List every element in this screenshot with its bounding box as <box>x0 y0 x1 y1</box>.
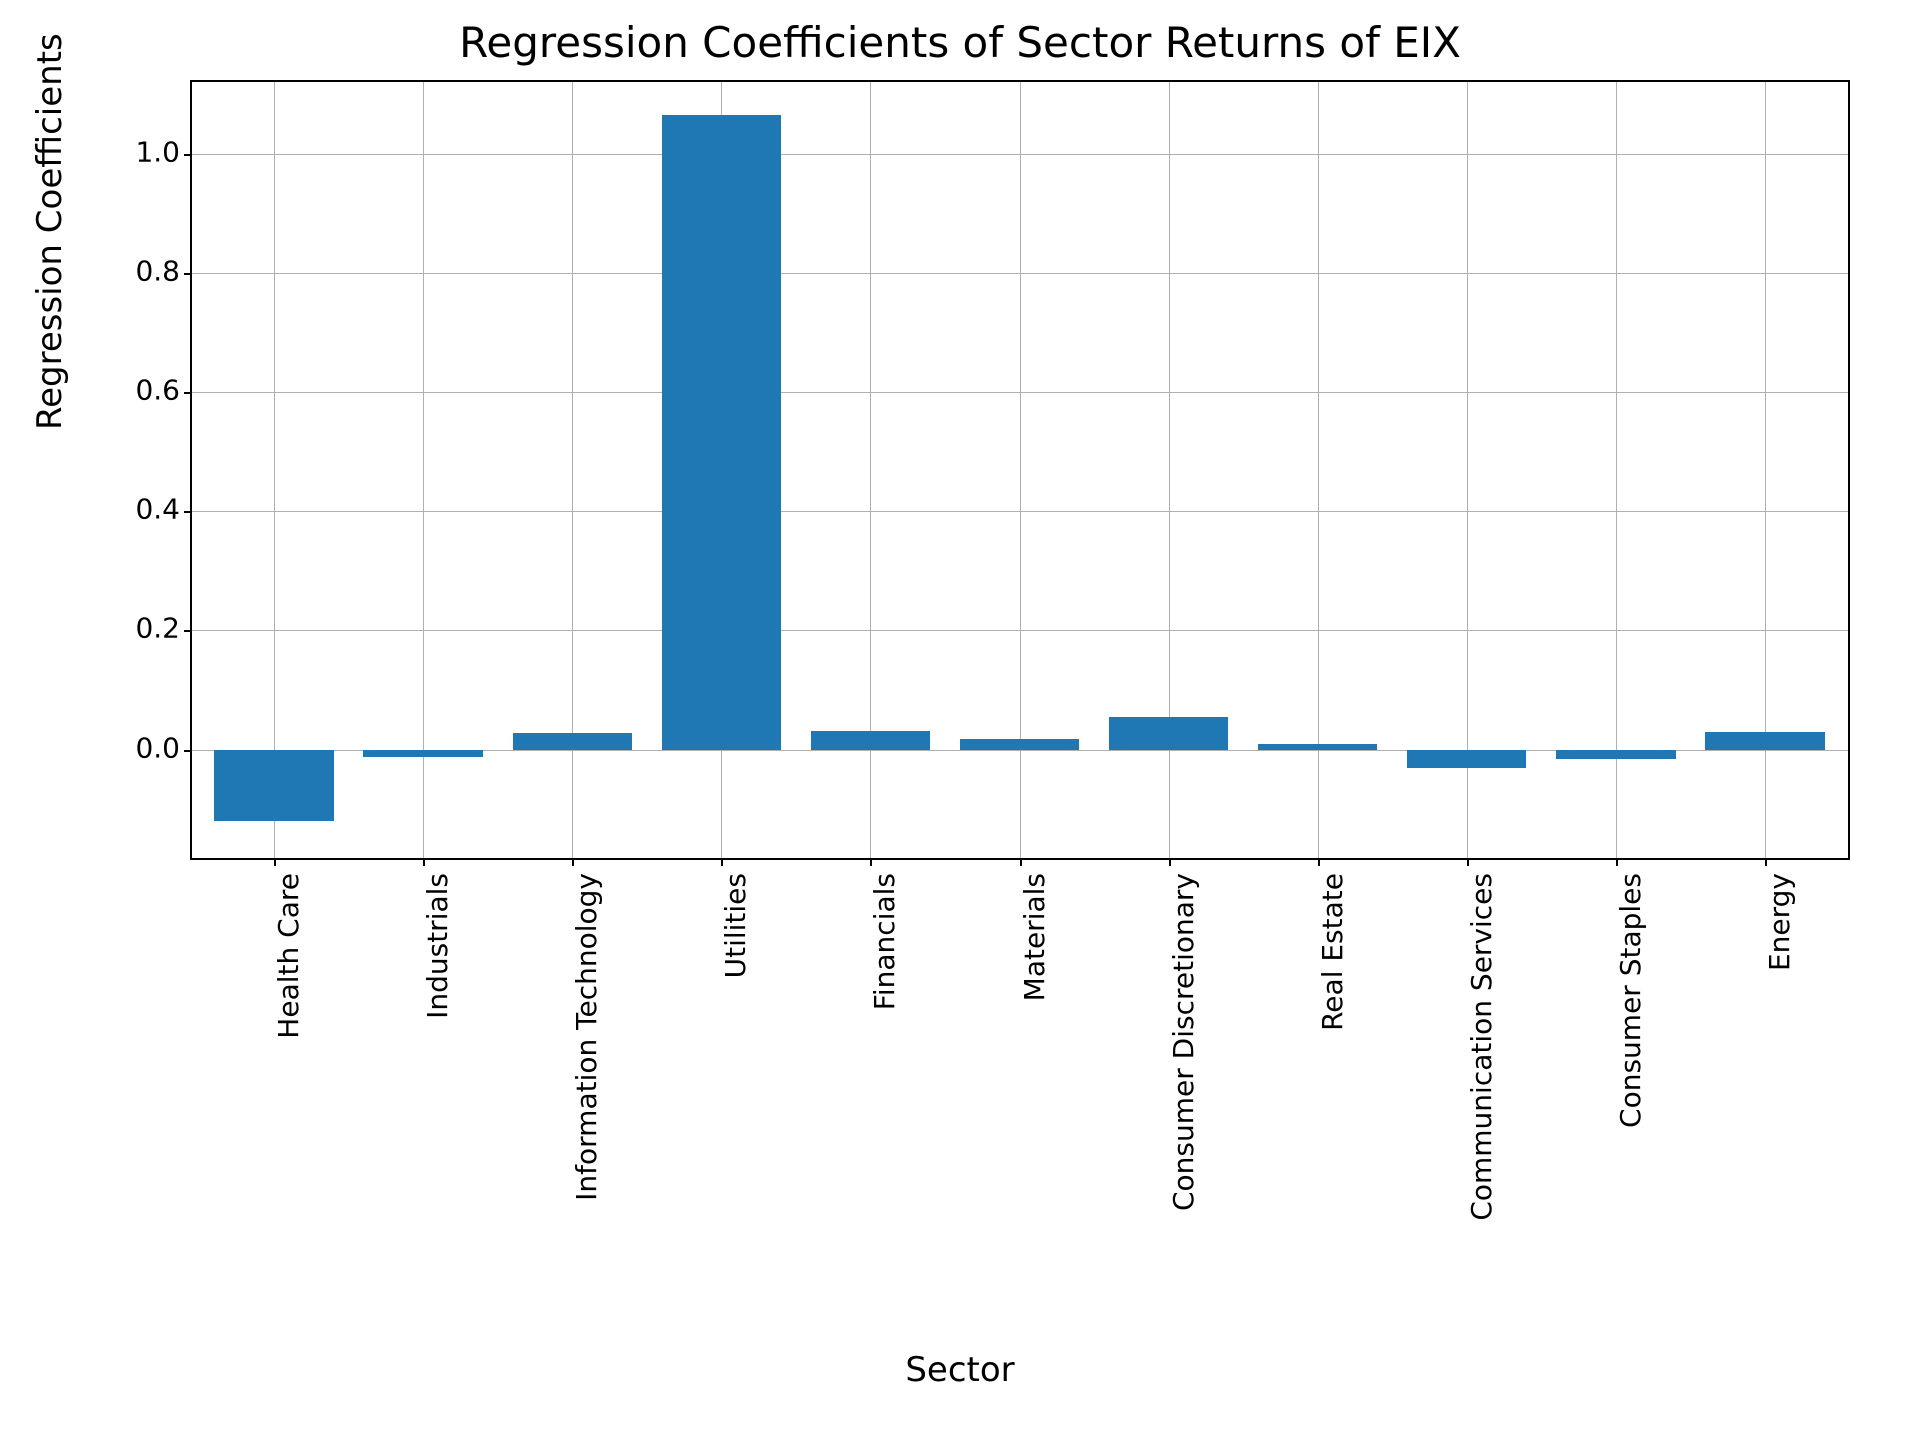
bar <box>1258 744 1377 750</box>
y-tick-label: 0.2 <box>100 612 180 645</box>
x-tick-label: Consumer Discretionary <box>1167 873 1200 1293</box>
x-tick-label: Energy <box>1763 873 1796 1293</box>
x-tick-mark <box>423 858 425 866</box>
x-tick-label: Real Estate <box>1316 873 1349 1293</box>
bar <box>1705 732 1824 750</box>
y-tick-mark <box>184 154 192 156</box>
x-tick-label: Materials <box>1018 873 1051 1293</box>
y-tick-label: 0.4 <box>100 493 180 526</box>
x-tick-mark <box>1467 858 1469 866</box>
gridline-v <box>1318 82 1319 858</box>
x-tick-label: Financials <box>868 873 901 1293</box>
bar <box>1556 750 1675 759</box>
x-tick-mark <box>1616 858 1618 866</box>
y-tick-mark <box>184 392 192 394</box>
y-tick-label: 1.0 <box>100 135 180 168</box>
plot-area <box>190 80 1850 860</box>
x-tick-label: Consumer Staples <box>1614 873 1647 1293</box>
bar <box>662 115 781 750</box>
x-tick-mark <box>274 858 276 866</box>
y-axis-label: Regression Coefficients <box>30 33 70 430</box>
gridline-v <box>423 82 424 858</box>
bar <box>811 731 930 750</box>
y-tick-label: 0.6 <box>100 374 180 407</box>
figure: Regression Coefficients of Sector Return… <box>0 0 1920 1440</box>
x-tick-mark <box>1318 858 1320 866</box>
x-axis-label: Sector <box>0 1350 1920 1390</box>
x-tick-mark <box>1765 858 1767 866</box>
x-tick-label: Industrials <box>421 873 454 1293</box>
gridline-v <box>1467 82 1468 858</box>
y-tick-label: 0.0 <box>100 731 180 764</box>
y-tick-label: 0.8 <box>100 254 180 287</box>
gridline-v <box>274 82 275 858</box>
y-tick-mark <box>184 273 192 275</box>
x-tick-label: Communication Services <box>1465 873 1498 1293</box>
x-tick-label: Information Technology <box>570 873 603 1293</box>
chart-title: Regression Coefficients of Sector Return… <box>0 18 1920 67</box>
x-tick-mark <box>721 858 723 866</box>
bar <box>214 750 333 822</box>
y-tick-mark <box>184 750 192 752</box>
x-tick-mark <box>572 858 574 866</box>
gridline-v <box>1616 82 1617 858</box>
x-tick-label: Health Care <box>272 873 305 1293</box>
x-tick-mark <box>1020 858 1022 866</box>
bar <box>363 750 482 757</box>
x-tick-mark <box>1169 858 1171 866</box>
bar <box>1407 750 1526 768</box>
x-tick-label: Utilities <box>719 873 752 1293</box>
y-tick-mark <box>184 511 192 513</box>
bar <box>960 739 1079 750</box>
bar <box>513 733 632 750</box>
x-tick-mark <box>870 858 872 866</box>
y-tick-mark <box>184 630 192 632</box>
bar <box>1109 717 1228 750</box>
